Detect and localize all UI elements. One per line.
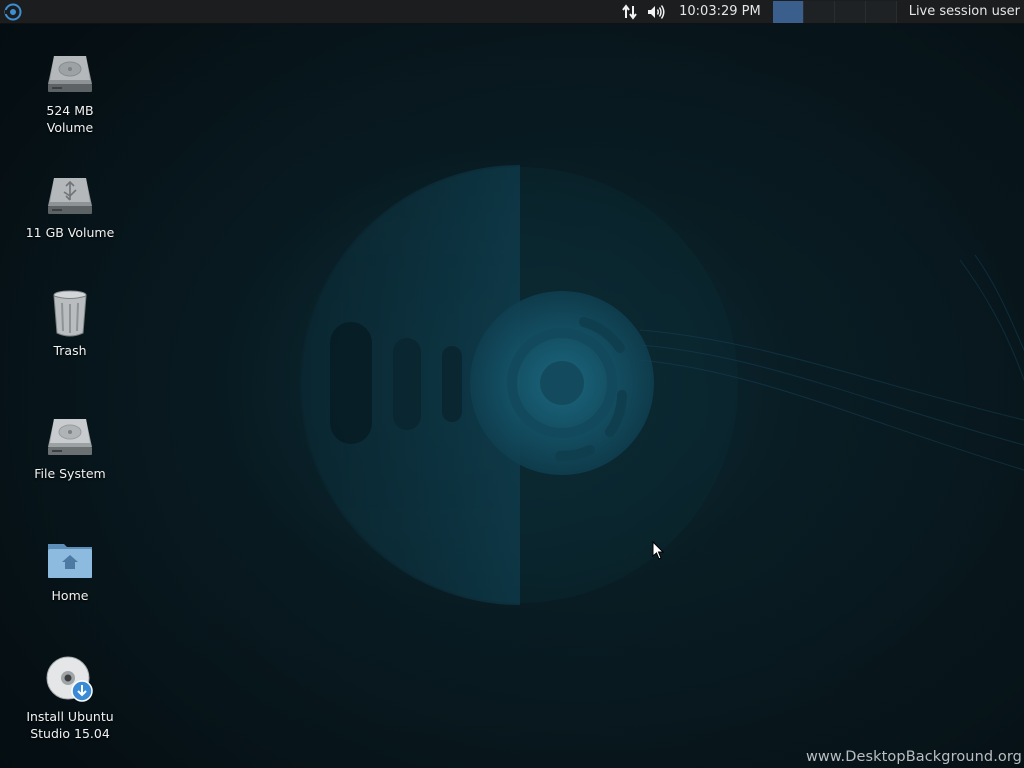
- hard-drive-icon: [44, 48, 96, 100]
- desktop-icon-file-system[interactable]: File System: [15, 411, 125, 482]
- network-tray-button[interactable]: [617, 0, 643, 24]
- desktop-icon-trash[interactable]: Trash: [15, 288, 125, 359]
- top-panel: 10:03:29 PM Live session user: [0, 0, 1024, 24]
- desktop-icon-label: Home: [51, 588, 89, 603]
- desktop-icon-label: Trash: [53, 343, 87, 358]
- desktop-icon-11gb-volume[interactable]: 11 GB Volume: [15, 170, 125, 241]
- desktop-icon-install-ubuntu-studio[interactable]: Install Ubuntu Studio 15.04: [15, 654, 125, 742]
- home-folder-icon: [44, 533, 96, 585]
- workspace-2[interactable]: [803, 0, 835, 23]
- desktop-icon-label: 11 GB Volume: [25, 225, 115, 240]
- network-arrows-icon: [622, 3, 637, 20]
- desktop-icon-label: Install Ubuntu Studio 15.04: [26, 709, 114, 741]
- workspace-1[interactable]: [772, 0, 804, 23]
- desktop-background[interactable]: 10:03:29 PM Live session user 524 MB Vol…: [0, 0, 1024, 768]
- desktop-icon-label: File System: [34, 466, 106, 481]
- session-user-menu[interactable]: Live session user: [897, 0, 1024, 24]
- usb-drive-icon: [44, 170, 96, 222]
- watermark-text: www.DesktopBackground.org: [805, 749, 1022, 765]
- desktop-icon-home[interactable]: Home: [15, 533, 125, 604]
- volume-tray-button[interactable]: [643, 0, 669, 24]
- trash-icon: [44, 288, 96, 340]
- mouse-pointer-icon: [652, 541, 665, 560]
- speaker-volume-icon: [648, 4, 665, 19]
- workspace-4[interactable]: [865, 0, 897, 23]
- install-disc-icon: [44, 654, 96, 706]
- workspace-3[interactable]: [834, 0, 866, 23]
- ubuntu-studio-logo-icon: [4, 3, 22, 20]
- wallpaper-ubuntu-studio-logo: [300, 165, 1024, 605]
- workspace-switcher: [772, 0, 897, 24]
- desktop-icon-label: 524 MB Volume: [46, 103, 94, 135]
- desktop-icon-524mb-volume[interactable]: 524 MB Volume: [15, 48, 125, 136]
- applications-menu-button[interactable]: [0, 0, 26, 24]
- hard-drive-icon: [44, 411, 96, 463]
- panel-clock[interactable]: 10:03:29 PM: [669, 0, 771, 24]
